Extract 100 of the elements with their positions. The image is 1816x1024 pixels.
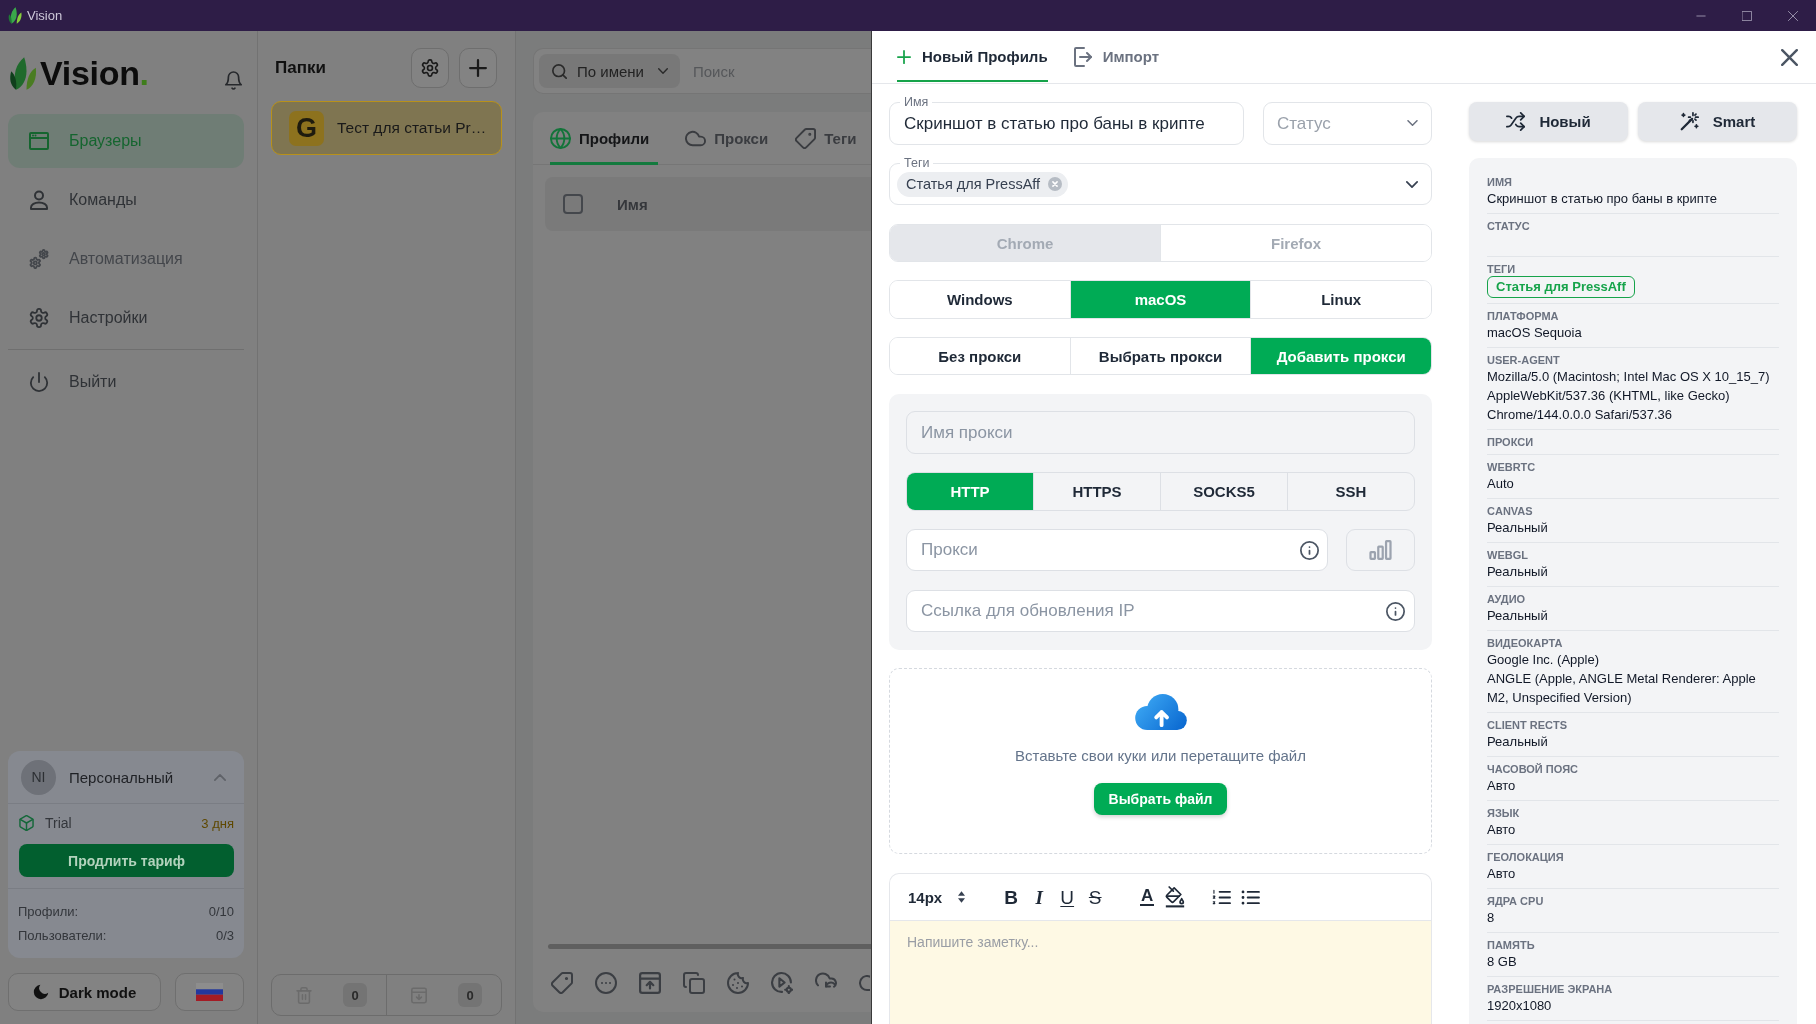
status-select[interactable]: Статус — [1263, 102, 1432, 145]
cookie-dropzone[interactable]: Вставьте свои куки или перетащите файл Выбрать файл — [889, 668, 1432, 854]
chevron-down-icon[interactable] — [1406, 180, 1418, 188]
bullet-list-icon[interactable] — [1241, 889, 1261, 905]
underline-button[interactable]: U — [1053, 883, 1082, 911]
font-size-select[interactable]: 14px — [908, 888, 966, 906]
footer-button[interactable]: 0 — [272, 975, 386, 1015]
tags-field[interactable]: Теги Статья для PressAff — [889, 156, 1432, 205]
tab[interactable]: Импорт — [1073, 31, 1160, 82]
generate-button[interactable]: Smart — [1638, 102, 1797, 141]
logout-item[interactable]: Выйти — [8, 355, 244, 409]
horizontal-scrollbar[interactable] — [548, 944, 871, 949]
chevron-down-icon[interactable] — [1407, 120, 1418, 126]
info-icon[interactable] — [1386, 601, 1405, 621]
tab[interactable]: Новый Профиль — [897, 31, 1048, 82]
dark-mode-button[interactable]: Dark mode — [8, 973, 161, 1011]
archive-upload-icon[interactable] — [639, 971, 661, 994]
strikethrough-button[interactable]: S — [1081, 883, 1110, 911]
cloud-icon[interactable] — [685, 128, 707, 149]
power-icon[interactable] — [29, 372, 49, 392]
tag-icon[interactable] — [795, 128, 817, 149]
name-field[interactable]: Имя Скриншот в статью про баны в крипте — [889, 95, 1244, 145]
bold-button[interactable]: B — [997, 883, 1026, 911]
folder-item[interactable]: G Тест для статьи Pr… — [271, 101, 502, 155]
browser-window-icon[interactable] — [29, 131, 49, 151]
choose-file-button[interactable]: Выбрать файл — [1093, 783, 1228, 815]
text-color-button[interactable]: A — [1133, 883, 1162, 911]
leaf-logo-icon — [9, 56, 37, 90]
refresh-url-input[interactable]: Ссылка для обновления IP — [906, 590, 1415, 632]
close-icon[interactable] — [1788, 10, 1798, 21]
summary-value: Google Inc. (Apple) — [1487, 651, 1599, 669]
protocol-option[interactable]: HTTPS — [1033, 473, 1160, 510]
summary-label: ПАМЯТЬ — [1487, 938, 1535, 952]
generate-button[interactable]: Новый — [1469, 102, 1628, 141]
copy-icon[interactable] — [683, 971, 705, 994]
tag-icon[interactable] — [551, 971, 573, 994]
summary-label: WEBRTC — [1487, 460, 1536, 474]
search-mode-dropdown[interactable]: По имени — [539, 54, 680, 88]
bell-icon[interactable] — [225, 70, 242, 90]
summary-value: Реальный — [1487, 519, 1548, 537]
cloud-icon[interactable] — [859, 974, 870, 991]
tab[interactable]: Профили — [550, 112, 659, 165]
protocol-option[interactable]: SOCKS5 — [1160, 473, 1287, 510]
tab[interactable]: Прокси — [685, 112, 769, 165]
magic-wand-icon[interactable] — [1679, 112, 1699, 131]
plan-name: Trial — [45, 815, 72, 831]
account-name: Персональный — [69, 768, 174, 786]
nav-item[interactable]: Команды — [8, 173, 244, 227]
proxy-name-input[interactable]: Имя прокси — [906, 411, 1415, 454]
select-all-checkbox[interactable] — [563, 194, 583, 214]
column-header: Имя — [617, 195, 648, 213]
window-title: Vision — [27, 8, 63, 23]
summary-label: USER-AGENT — [1487, 353, 1560, 367]
summary-value: Реальный — [1487, 607, 1548, 625]
highlight-bucket-icon[interactable] — [1165, 886, 1186, 908]
proxy-mode-option[interactable]: Добавить прокси — [1250, 338, 1431, 374]
italic-button[interactable]: I — [1025, 883, 1054, 911]
flag-icon[interactable] — [196, 983, 223, 1001]
moon-icon[interactable] — [32, 984, 49, 1000]
tab[interactable]: Теги — [795, 112, 857, 165]
proxy-check-button[interactable] — [1346, 529, 1415, 571]
close-icon[interactable] — [1781, 48, 1798, 66]
protocol-option[interactable]: SSH — [1287, 473, 1414, 510]
person-icon[interactable] — [29, 190, 49, 210]
cookie-icon[interactable] — [727, 971, 749, 994]
up-down-icon[interactable] — [958, 891, 966, 903]
more-icon[interactable] — [595, 971, 617, 994]
maximize-icon[interactable] — [1742, 10, 1752, 21]
add-folder-button[interactable] — [459, 48, 497, 88]
remove-icon[interactable] — [1048, 177, 1063, 191]
import-icon[interactable] — [1073, 46, 1092, 67]
info-icon[interactable] — [1300, 540, 1319, 560]
settings-icon[interactable] — [29, 308, 49, 328]
search-icon[interactable] — [552, 63, 567, 79]
language-button[interactable] — [175, 973, 244, 1011]
numbered-list-icon[interactable] — [1212, 888, 1232, 906]
summary-value: Mozilla/5.0 (Macintosh; Intel Mac OS X 10_15_7) AppleWebKit/537.36 (KHTML, like Gecko) Chrome/144.0.0.0 Safari/537.36 — [1487, 368, 1771, 424]
limit-label: Пользователи: — [18, 927, 107, 943]
summary-label: ЯЗЫК — [1487, 806, 1520, 820]
folder-initial: G — [289, 110, 324, 146]
plus-icon[interactable] — [897, 49, 911, 64]
proxy-address-input[interactable]: Прокси — [906, 529, 1328, 571]
upgrade-button[interactable]: Продлить тариф — [19, 844, 234, 877]
tag-chip[interactable]: Статья для PressAff — [897, 171, 1069, 197]
protocol-option[interactable]: HTTP — [907, 473, 1033, 510]
chevron-up-icon[interactable] — [214, 773, 226, 781]
gear-icon[interactable] — [421, 59, 439, 77]
os-option[interactable]: Linux — [1250, 281, 1431, 318]
nav-item[interactable]: Настройки — [8, 291, 244, 345]
note-input[interactable]: Напишите заметку... — [890, 921, 1431, 1024]
shuffle-icon[interactable] — [1506, 112, 1526, 131]
folder-settings-button[interactable] — [411, 48, 449, 88]
plus-icon[interactable] — [469, 59, 487, 77]
minimize-icon[interactable] — [1696, 14, 1706, 17]
os-option[interactable]: macOS — [1069, 281, 1251, 318]
footer-button[interactable]: 0 — [386, 975, 501, 1015]
summary-label: ЯДРА CPU — [1487, 894, 1544, 908]
play-settings-icon[interactable] — [771, 971, 793, 994]
bar-chart-icon[interactable] — [1369, 540, 1392, 560]
count-badge: 0 — [343, 983, 367, 1007]
